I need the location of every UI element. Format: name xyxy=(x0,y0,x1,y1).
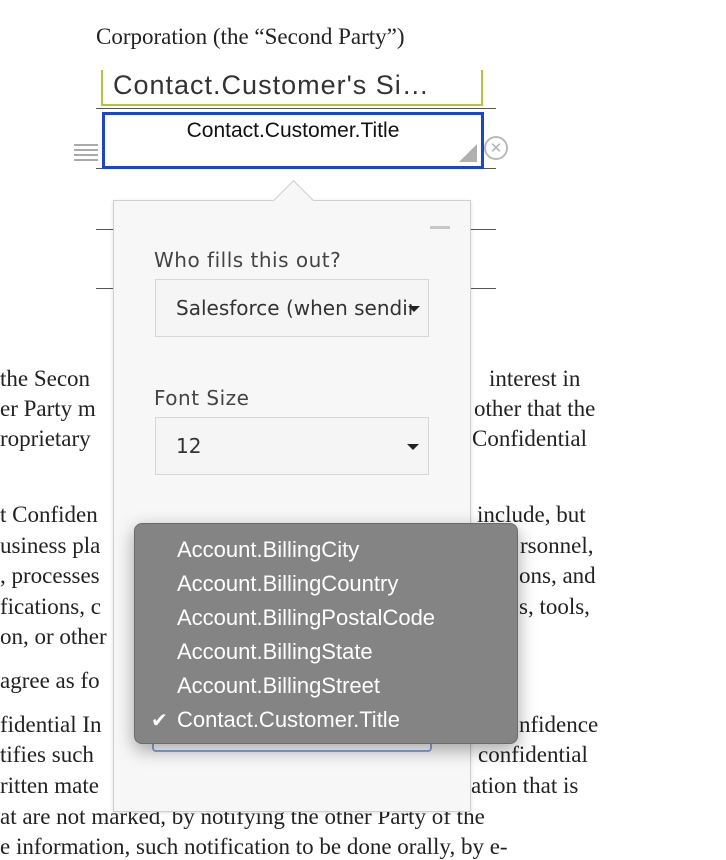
font-size-select[interactable]: 12 xyxy=(155,417,429,475)
close-icon[interactable]: ✕ xyxy=(484,136,508,160)
dropdown-item-selected[interactable]: Contact.Customer.Title xyxy=(177,707,400,733)
doc-fragment-left: roprietary xyxy=(0,426,91,451)
document-heading: Corporation (the “Second Party”) xyxy=(96,24,405,49)
doc-fragment-right: nfidence xyxy=(519,712,599,737)
chevron-down-icon xyxy=(407,444,419,450)
checkmark-icon: ✔ xyxy=(151,708,168,732)
doc-fragment-right: rsonnel, xyxy=(520,533,594,558)
resize-icon[interactable] xyxy=(459,144,477,162)
doc-bottom-line: e information, such notification to be d… xyxy=(0,834,508,859)
doc-fragment-left: ritten mate xyxy=(0,773,99,798)
who-fills-label: Who fills this out? xyxy=(154,248,342,272)
doc-fragment-left: t Confiden xyxy=(0,502,98,527)
signature-field-label: Contact.Customer's Si… xyxy=(113,70,430,100)
doc-fragment-left: fidential In xyxy=(0,712,102,737)
doc-fragment-left: agree as fo xyxy=(0,668,100,693)
dropdown-item[interactable]: Account.BillingCity xyxy=(177,537,359,563)
title-field-label: Contact.Customer.Title xyxy=(186,119,400,142)
merge-field-dropdown[interactable]: Account.BillingCity Account.BillingCount… xyxy=(134,523,518,744)
doc-fragment-right: Confidential xyxy=(472,426,587,451)
signature-underline xyxy=(96,108,496,109)
font-size-label: Font Size xyxy=(154,386,250,410)
who-fills-select[interactable]: Salesforce (when sending) xyxy=(155,279,429,337)
doc-fragment-left: on, or other xyxy=(0,624,107,649)
doc-fragment-right: s, tools, xyxy=(519,594,590,619)
dropdown-item[interactable]: Account.BillingStreet xyxy=(177,673,380,699)
doc-fragment-left: tifies such xyxy=(0,742,94,767)
doc-fragment-left: er Party m xyxy=(0,396,96,421)
chevron-down-icon xyxy=(408,306,420,312)
doc-fragment-right: interest in xyxy=(489,366,581,391)
signature-field[interactable]: Contact.Customer's Si… xyxy=(101,70,483,106)
doc-fragment-right: other that the xyxy=(474,396,596,421)
doc-fragment-right: ation that is xyxy=(471,773,579,798)
doc-fragment-left: , processes xyxy=(0,563,100,588)
dropdown-item[interactable]: Account.BillingCountry xyxy=(177,571,398,597)
minimize-icon[interactable] xyxy=(430,226,450,229)
doc-fragment-left: the Secon xyxy=(0,366,91,391)
title-field[interactable]: Contact.Customer.Title xyxy=(102,112,484,169)
doc-fragment-left: usiness pla xyxy=(0,533,101,558)
dropdown-item[interactable]: Account.BillingState xyxy=(177,639,373,665)
who-fills-value: Salesforce (when sending) xyxy=(176,296,429,320)
drag-handle-icon[interactable] xyxy=(74,144,98,162)
doc-fragment-right: ons, and xyxy=(519,563,596,588)
doc-fragment-left: fications, c xyxy=(0,594,101,619)
font-size-value: 12 xyxy=(176,434,202,458)
doc-fragment-right: confidential xyxy=(478,742,588,767)
dropdown-item[interactable]: Account.BillingPostalCode xyxy=(177,605,435,631)
